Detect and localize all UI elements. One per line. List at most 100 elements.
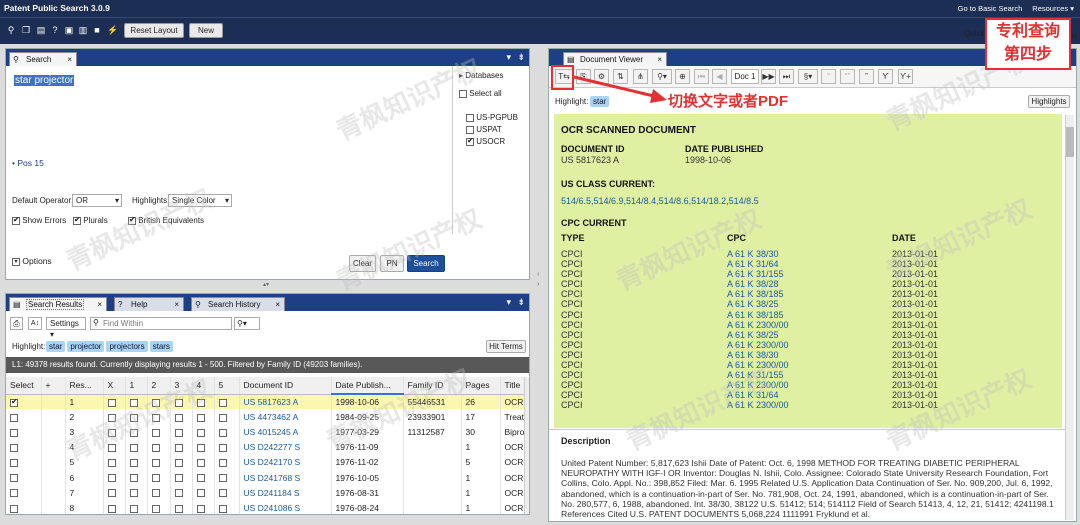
cpc-code-link[interactable]: A 61 K 38/28 — [727, 279, 779, 289]
row-tag-checkbox[interactable] — [151, 489, 160, 498]
row-tag-checkbox[interactable] — [196, 398, 205, 407]
highlight-term[interactable]: projectors — [106, 341, 148, 352]
row-tag-checkbox[interactable] — [174, 398, 183, 407]
horizontal-splitter-handle[interactable]: ▴▾ — [258, 282, 274, 288]
quote-all-icon[interactable]: “” — [840, 69, 855, 84]
highlight-term[interactable]: stars — [149, 341, 173, 352]
cpc-code-link[interactable]: A 61 K 38/30 — [727, 249, 779, 259]
tab-search[interactable]: ⚲ Search × — [9, 52, 77, 66]
row-tag-checkbox[interactable] — [129, 489, 138, 498]
row-select-checkbox[interactable] — [10, 474, 18, 483]
row-tag-checkbox[interactable] — [174, 489, 183, 498]
panel-menu-icon[interactable]: ▾ — [506, 52, 511, 63]
row-tag-checkbox[interactable] — [107, 398, 116, 407]
document-id-link[interactable]: US D241768 S — [239, 469, 332, 486]
settings-dropdown[interactable]: Settings ▾ — [46, 317, 86, 339]
column-header[interactable]: Select — [6, 377, 42, 395]
zoom-in-icon[interactable]: ⊕ — [675, 69, 690, 84]
table-row[interactable]: 7 US D241184 S 1976-08-31 1 OCR — [6, 485, 525, 501]
prev-doc-icon[interactable]: ◀ — [712, 69, 727, 84]
row-tag-checkbox[interactable] — [151, 474, 160, 483]
row-tag-checkbox[interactable] — [129, 398, 138, 407]
first-doc-icon[interactable]: ⏮ — [694, 69, 709, 84]
resources-menu[interactable]: Resources ▾ — [1032, 4, 1074, 13]
document-id-link[interactable]: US 4473462 A — [239, 409, 332, 425]
row-tag-checkbox[interactable] — [151, 398, 160, 407]
cpc-code-link[interactable]: A 61 K 31/155 — [727, 370, 784, 380]
row-tag-checkbox[interactable] — [129, 428, 138, 437]
table-row[interactable]: 5 US D242170 S 1976-11-02 5 OCR — [6, 454, 525, 470]
row-tag-checkbox[interactable] — [107, 504, 116, 513]
close-icon[interactable]: × — [657, 53, 662, 66]
help-icon[interactable]: ? — [50, 25, 60, 35]
row-tag-checkbox[interactable] — [151, 443, 160, 452]
panel-pin-icon[interactable]: ⇟ — [517, 297, 525, 308]
table-row[interactable]: 4 US D242277 S 1976-11-09 1 OCR — [6, 439, 525, 455]
cpc-code-link[interactable]: A 61 K 2300/00 — [727, 400, 789, 410]
row-tag-checkbox[interactable] — [129, 413, 138, 422]
print-icon[interactable]: ⎙ — [10, 317, 23, 330]
tab-help[interactable]: ? Help × — [114, 297, 184, 311]
row-tag-checkbox[interactable] — [151, 459, 160, 468]
quote-next-icon[interactable]: ” — [859, 69, 874, 84]
row-tag-checkbox[interactable] — [129, 443, 138, 452]
row-select-checkbox[interactable] — [10, 459, 18, 468]
table-row[interactable]: 2 US 4473462 A1984-09-252393390117Treatr — [6, 409, 525, 425]
column-header[interactable]: 5 — [214, 377, 240, 395]
default-operator-select[interactable]: OR ▾ — [72, 194, 122, 207]
row-tag-checkbox[interactable] — [107, 459, 116, 468]
row-tag-checkbox[interactable] — [218, 504, 227, 513]
document-id-link[interactable]: US D241184 S — [239, 485, 332, 501]
row-tag-checkbox[interactable] — [196, 443, 205, 452]
column-header[interactable]: Pages — [461, 377, 501, 395]
row-tag-checkbox[interactable] — [129, 504, 138, 513]
row-tag-checkbox[interactable] — [218, 459, 227, 468]
row-tag-checkbox[interactable] — [196, 428, 205, 437]
hit-terms-button[interactable]: Hit Terms — [486, 340, 526, 353]
cpc-code-link[interactable]: A 61 K 38/185 — [727, 310, 784, 320]
window-icon[interactable]: ■ — [92, 25, 102, 35]
table-row[interactable]: 6 US D241768 S 1976-10-05 1 OCR — [6, 469, 525, 486]
column-header[interactable]: 4 — [192, 377, 215, 395]
table-row[interactable]: 3 US 4015245 A1977-03-291131258730Biprog — [6, 424, 525, 440]
row-tag-checkbox[interactable] — [107, 489, 116, 498]
document-id-link[interactable]: US 5817623 A — [239, 394, 332, 410]
search-button[interactable]: Search — [407, 255, 445, 272]
tag-plus-icon[interactable]: ϒ+ — [898, 69, 913, 84]
search-icon[interactable]: ⚲ — [6, 25, 16, 35]
tag-icon[interactable]: ϒ — [878, 69, 893, 84]
row-tag-checkbox[interactable] — [174, 443, 183, 452]
row-tag-checkbox[interactable] — [218, 428, 227, 437]
row-select-checkbox[interactable] — [10, 504, 18, 513]
row-tag-checkbox[interactable] — [218, 489, 227, 498]
cpc-code-link[interactable]: A 61 K 31/64 — [727, 259, 779, 269]
cpc-code-link[interactable]: A 61 K 31/155 — [727, 269, 784, 279]
document-id-link[interactable]: US D241086 S — [239, 500, 332, 514]
clear-button[interactable]: Clear — [349, 255, 376, 272]
db-uspat[interactable]: USPAT — [466, 125, 502, 134]
tab-search-history[interactable]: ⚲ Search History × — [191, 297, 285, 311]
column-header[interactable]: 2 — [147, 377, 171, 395]
column-header[interactable]: Title — [500, 377, 525, 395]
row-select-checkbox[interactable] — [10, 397, 18, 407]
highlights-button[interactable]: Highlights — [1028, 95, 1070, 108]
cpc-code-link[interactable]: A 61 K 38/30 — [727, 350, 779, 360]
column-header[interactable]: Res... — [65, 377, 104, 395]
reset-layout-button[interactable]: Reset Layout — [124, 23, 184, 38]
search-options-dropdown[interactable]: ⚲▾ — [234, 317, 260, 330]
row-tag-checkbox[interactable] — [174, 413, 183, 422]
row-tag-checkbox[interactable] — [107, 474, 116, 483]
row-tag-checkbox[interactable] — [107, 428, 116, 437]
row-tag-checkbox[interactable] — [174, 428, 183, 437]
column-header[interactable]: X — [103, 377, 126, 395]
query-editor[interactable]: star projector • Pos 15 — [6, 66, 453, 234]
font-size-icon[interactable]: A↕ — [28, 317, 42, 330]
viewer-scrollbar[interactable] — [1065, 115, 1074, 520]
us-class-value[interactable]: 514/6.5,514/6.9,514/8.4,514/8.6,514/18.2… — [561, 196, 759, 206]
column-header[interactable]: + — [41, 377, 66, 395]
find-within-input[interactable] — [90, 317, 232, 330]
vertical-splitter-handle[interactable]: ‹ › — [537, 270, 542, 300]
next-doc-icon[interactable]: ▶▶ — [761, 69, 776, 84]
row-tag-checkbox[interactable] — [196, 459, 205, 468]
quote-prev-icon[interactable]: “ — [821, 69, 836, 84]
